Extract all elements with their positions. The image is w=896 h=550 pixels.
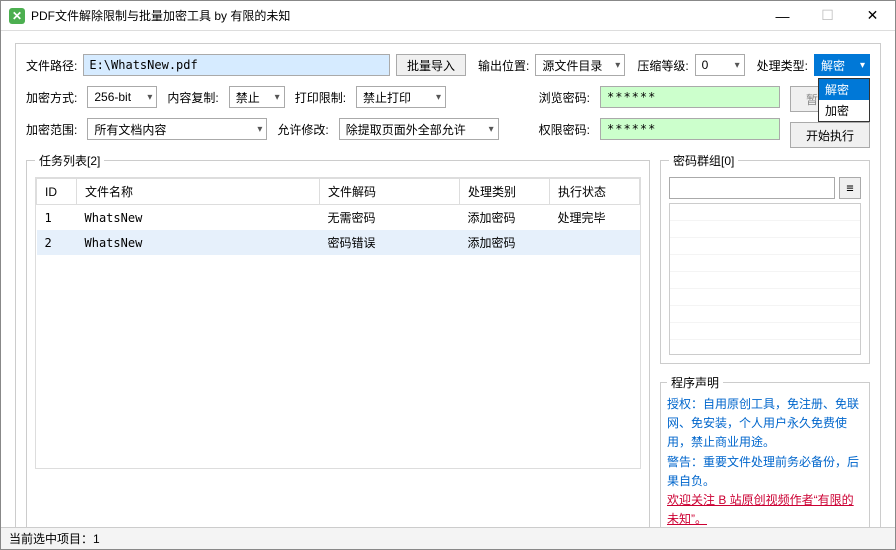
chevron-down-icon: ▾ — [860, 60, 865, 71]
task-table-wrap[interactable]: ID 文件名称 文件解码 处理类别 执行状态 1WhatsNew无需密码添加密码… — [35, 177, 641, 469]
proc-type-dropdown: 解密 加密 — [818, 78, 870, 122]
print-label: 打印限制: — [295, 89, 346, 106]
status-text: 当前选中项目：1 — [9, 530, 100, 547]
table-row[interactable]: 1WhatsNew无需密码添加密码处理完毕 — [37, 205, 640, 231]
main-frame: 文件路径: 批量导入 输出位置: 源文件目录▾ 压缩等级: 0▾ 处理类型: 解… — [15, 43, 881, 545]
task-list-fieldset: 任务列表[2] ID 文件名称 文件解码 处理类别 执行状态 1WhatsNew — [26, 152, 650, 536]
col-name[interactable]: 文件名称 — [77, 179, 320, 205]
chevron-down-icon: ▾ — [735, 60, 740, 71]
decl-auth: 授权：自用原创工具，免注册、免联网、免安装，个人用户永久免费使用，禁止商业用途。 — [667, 395, 863, 453]
col-state[interactable]: 执行状态 — [550, 179, 640, 205]
status-bar: 当前选中项目：1 — [1, 527, 895, 549]
view-pwd-input[interactable] — [600, 86, 780, 108]
pwd-group-input[interactable] — [669, 177, 835, 199]
decl-legend: 程序声明 — [667, 374, 723, 391]
chevron-down-icon: ▾ — [147, 92, 152, 103]
decl-warn: 警告：重要文件处理前务必备份，后果自负。 — [667, 453, 863, 491]
col-decode[interactable]: 文件解码 — [320, 179, 460, 205]
start-button[interactable]: 开始执行 — [790, 122, 870, 148]
output-label: 输出位置: — [478, 57, 529, 74]
proc-type-option-encrypt[interactable]: 加密 — [819, 100, 869, 121]
app-icon: ✕ — [9, 8, 25, 24]
pwd-group-list[interactable] — [669, 203, 861, 355]
compress-select[interactable]: 0▾ — [695, 54, 745, 76]
perm-pwd-label: 权限密码: — [539, 121, 590, 138]
pwd-group-fieldset: 密码群组[0] ≡ — [660, 152, 870, 364]
decl-link[interactable]: 欢迎关注 B 站原创视频作者“有限的未知”。 — [667, 491, 863, 529]
copy-label: 内容复制: — [167, 89, 218, 106]
proc-type-label: 处理类型: — [757, 57, 808, 74]
titlebar: ✕ PDF文件解除限制与批量加密工具 by 有限的未知 — ☐ ✕ — [1, 1, 895, 31]
scope-label: 加密范围: — [26, 121, 77, 138]
copy-select[interactable]: 禁止▾ — [229, 86, 285, 108]
table-row[interactable]: 2WhatsNew密码错误添加密码 — [37, 230, 640, 255]
task-list-legend: 任务列表[2] — [35, 152, 104, 169]
compress-label: 压缩等级: — [637, 57, 688, 74]
output-select[interactable]: 源文件目录▾ — [535, 54, 625, 76]
modify-select[interactable]: 除提取页面外全部允许▾ — [339, 118, 499, 140]
close-button[interactable]: ✕ — [850, 1, 895, 30]
minimize-button[interactable]: — — [760, 1, 805, 30]
maximize-button[interactable]: ☐ — [805, 1, 850, 30]
proc-type-option-decrypt[interactable]: 解密 — [819, 79, 869, 100]
chevron-down-icon: ▾ — [257, 124, 262, 135]
pwd-group-menu-button[interactable]: ≡ — [839, 177, 861, 199]
modify-label: 允许修改: — [277, 121, 328, 138]
perm-pwd-input[interactable] — [600, 118, 780, 140]
enc-method-select[interactable]: 256-bit▾ — [87, 86, 157, 108]
pwd-group-legend: 密码群组[0] — [669, 152, 738, 169]
chevron-down-icon: ▾ — [275, 92, 280, 103]
chevron-down-icon: ▾ — [489, 124, 494, 135]
chevron-down-icon: ▾ — [436, 92, 441, 103]
enc-method-label: 加密方式: — [26, 89, 77, 106]
view-pwd-label: 浏览密码: — [539, 89, 590, 106]
print-select[interactable]: 禁止打印▾ — [356, 86, 446, 108]
declaration-fieldset: 程序声明 授权：自用原创工具，免注册、免联网、免安装，个人用户永久免费使用，禁止… — [660, 374, 870, 536]
task-table: ID 文件名称 文件解码 处理类别 执行状态 1WhatsNew无需密码添加密码… — [36, 178, 640, 255]
col-type[interactable]: 处理类别 — [460, 179, 550, 205]
scope-select[interactable]: 所有文档内容▾ — [87, 118, 267, 140]
batch-import-button[interactable]: 批量导入 — [396, 54, 466, 76]
proc-type-select[interactable]: 解密▾ — [814, 54, 870, 76]
filepath-input[interactable] — [83, 54, 390, 76]
chevron-down-icon: ▾ — [615, 60, 620, 71]
path-row: 文件路径: 批量导入 输出位置: 源文件目录▾ 压缩等级: 0▾ 处理类型: 解… — [26, 54, 870, 76]
filepath-label: 文件路径: — [26, 57, 77, 74]
col-id[interactable]: ID — [37, 179, 77, 205]
window-title: PDF文件解除限制与批量加密工具 by 有限的未知 — [31, 7, 760, 24]
